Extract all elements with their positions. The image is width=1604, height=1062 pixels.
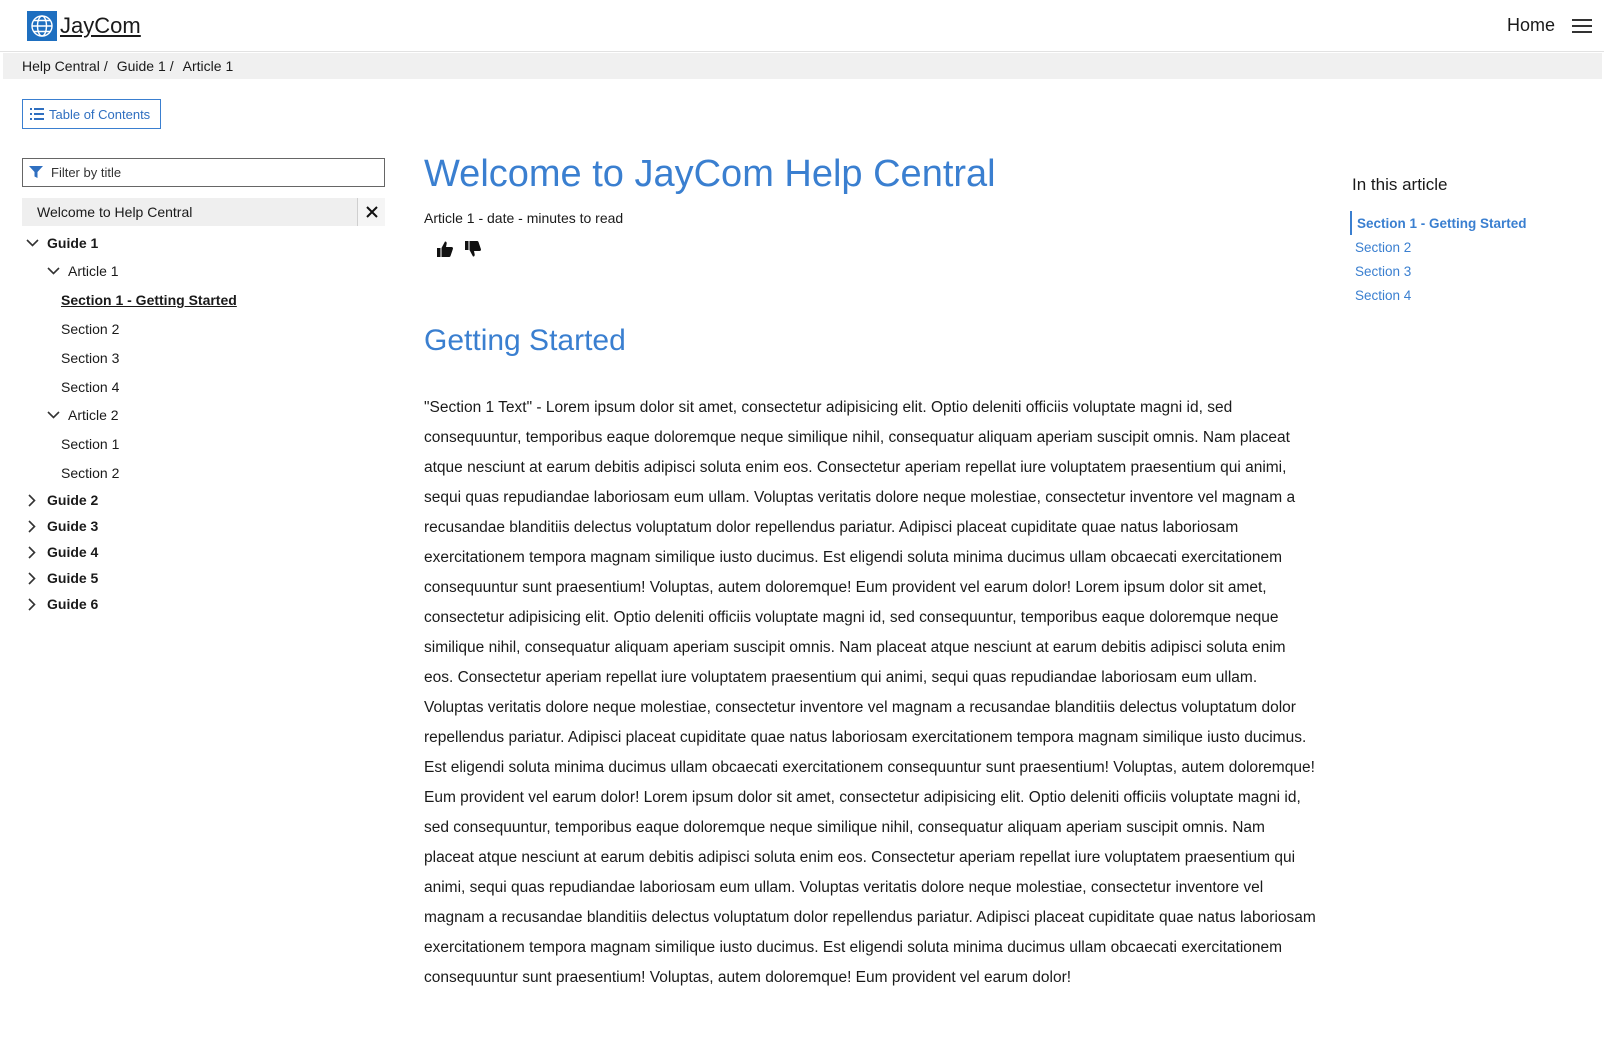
chevron-down-icon [23, 239, 41, 247]
section-body-text: "Section 1 Text" - Lorem ipsum dolor sit… [424, 399, 1316, 986]
filter-placeholder: Filter by title [51, 165, 122, 180]
breadcrumb-item[interactable]: Article 1 [183, 58, 234, 74]
sidebar-item-section-4[interactable]: Section 4 [61, 377, 119, 397]
chevron-right-icon [23, 493, 41, 507]
chevron-down-icon [44, 267, 62, 275]
sidebar-item-section-3[interactable]: Section 3 [61, 348, 119, 368]
thumbs-down-icon[interactable] [464, 240, 482, 258]
sidebar-item-guide-4[interactable]: Guide 4 [23, 542, 98, 562]
in-this-article-link[interactable]: Section 4 [1350, 283, 1527, 307]
filter-icon [29, 166, 43, 178]
globe-icon [27, 11, 57, 41]
sidebar-item-article-2[interactable]: Article 2 [44, 405, 119, 425]
in-this-article-link[interactable]: Section 2 [1350, 235, 1527, 259]
section-heading: Getting Started [424, 324, 626, 357]
breadcrumb-item[interactable]: Guide 1 [117, 58, 166, 74]
toc-button-label: Table of Contents [49, 106, 151, 122]
sidebar-item-section-2[interactable]: Section 2 [61, 319, 119, 339]
in-this-article-title: In this article [1352, 175, 1448, 194]
top-header: JayCom Home [0, 0, 1604, 52]
chevron-right-icon [23, 571, 41, 585]
chevron-right-icon [23, 597, 41, 611]
sidebar-item-article-1[interactable]: Article 1 [44, 261, 119, 281]
thumbs-up-icon[interactable] [436, 240, 454, 258]
sidebar-item-section-1-getting-started[interactable]: Section 1 - Getting Started [61, 290, 237, 310]
chevron-right-icon [23, 545, 41, 559]
in-this-article-link[interactable]: Section 1 - Getting Started [1350, 211, 1527, 235]
in-this-article-link[interactable]: Section 3 [1350, 259, 1527, 283]
hamburger-menu-icon[interactable] [1572, 19, 1592, 33]
home-link[interactable]: Home [1507, 15, 1555, 36]
brand-name: JayCom [60, 13, 141, 38]
sidebar-item-guide-1[interactable]: Guide 1 [23, 233, 98, 253]
sidebar-item-guide-5[interactable]: Guide 5 [23, 568, 98, 588]
sidebar-item-a2-section-1[interactable]: Section 1 [61, 434, 119, 454]
article-meta: Article 1 - date - minutes to read [424, 210, 624, 226]
in-this-article-list: Section 1 - Getting Started Section 2 Se… [1350, 211, 1527, 307]
list-icon [30, 108, 44, 120]
page-title: Welcome to JayCom Help Central [424, 153, 996, 195]
table-of-contents-button[interactable]: Table of Contents [22, 99, 161, 129]
sidebar-item-a2-section-2[interactable]: Section 2 [61, 463, 119, 483]
feedback-buttons [436, 240, 492, 258]
sidebar-item-welcome[interactable]: Welcome to Help Central [22, 198, 385, 226]
sidebar-item-label: Welcome to Help Central [37, 204, 193, 220]
breadcrumb: Help Central / Guide 1/ Article 1 [3, 53, 1602, 79]
chevron-right-icon [23, 519, 41, 533]
sidebar-item-guide-3[interactable]: Guide 3 [23, 516, 98, 536]
filter-input[interactable]: Filter by title [22, 158, 385, 187]
sidebar-item-guide-2[interactable]: Guide 2 [23, 490, 98, 510]
close-icon[interactable] [357, 198, 385, 226]
sidebar-item-guide-6[interactable]: Guide 6 [23, 594, 98, 614]
breadcrumb-item[interactable]: Help Central [22, 58, 100, 74]
brand-logo-link[interactable]: JayCom [27, 11, 141, 41]
chevron-down-icon [44, 411, 62, 419]
